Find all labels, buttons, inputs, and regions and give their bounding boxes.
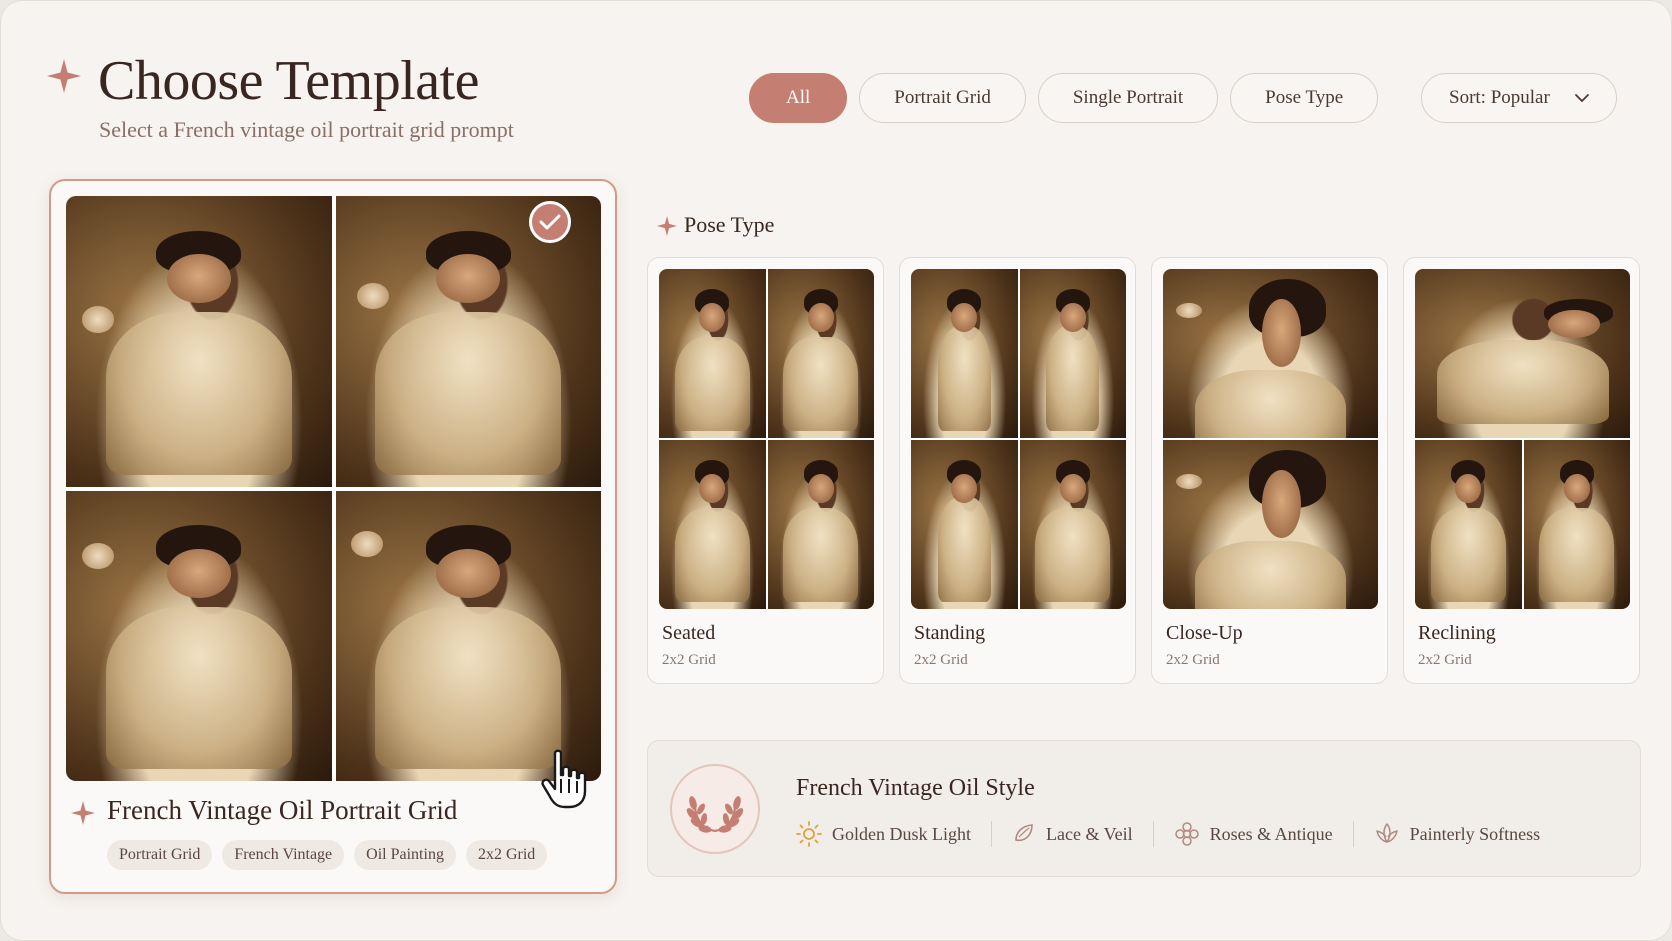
sparkle-icon — [71, 801, 95, 825]
template-tags: Portrait Grid French Vintage Oil Paintin… — [107, 840, 548, 870]
chevron-down-icon — [1575, 94, 1589, 103]
selected-template-card[interactable]: French Vintage Oil Portrait Grid Portrai… — [49, 179, 617, 894]
portrait-image — [335, 490, 601, 781]
pose-card-seated[interactable]: Seated 2x2 Grid — [647, 257, 884, 684]
page-title: Choose Template — [98, 50, 480, 112]
pose-type-list: Seated 2x2 Grid Standing 2x2 Grid Close-… — [647, 257, 1640, 684]
pose-layout: 2x2 Grid — [662, 652, 716, 668]
feature-label: Golden Dusk Light — [832, 823, 971, 844]
pose-name: Seated — [662, 622, 716, 644]
sort-label: Sort: Popular — [1449, 87, 1550, 108]
pose-name: Standing — [914, 622, 986, 644]
feature-painterly-softness: Painterly Softness — [1374, 821, 1541, 847]
template-title: French Vintage Oil Portrait Grid — [107, 795, 458, 825]
filter-single-portrait[interactable]: Single Portrait — [1037, 73, 1219, 123]
portrait-image — [66, 196, 332, 487]
hand-cursor-icon — [541, 749, 587, 809]
portrait-image — [1163, 269, 1378, 438]
feature-label: Lace & Veil — [1046, 823, 1133, 844]
tag-chip: Oil Painting — [354, 840, 456, 870]
pose-card-standing[interactable]: Standing 2x2 Grid — [899, 257, 1136, 684]
sparkle-icon — [657, 216, 677, 236]
pose-preview-grid — [911, 269, 1126, 609]
portrait-image — [659, 440, 766, 609]
selected-check-icon — [529, 201, 571, 243]
feature-golden-dusk-light: Golden Dusk Light — [796, 821, 971, 847]
sun-icon — [796, 821, 822, 847]
feature-roses-antique: Roses & Antique — [1174, 821, 1333, 847]
style-info-panel: French Vintage Oil Style Golden Dusk Lig… — [647, 740, 1641, 877]
portrait-image — [1163, 440, 1378, 609]
pose-preview-grid — [659, 269, 874, 609]
rose-icon — [1174, 822, 1199, 846]
portrait-image — [767, 440, 874, 609]
tag-chip: French Vintage — [222, 840, 345, 870]
portrait-image — [767, 269, 874, 438]
feature-label: Painterly Softness — [1409, 823, 1541, 844]
app-frame: Choose Template Select a French vintage … — [0, 0, 1672, 941]
portrait-image — [66, 490, 332, 781]
style-title: French Vintage Oil Style — [796, 775, 1035, 801]
style-features: Golden Dusk Light Lace & Veil Roses & An… — [796, 821, 1540, 847]
filter-all[interactable]: All — [749, 73, 848, 123]
sort-dropdown[interactable]: Sort: Popular — [1421, 73, 1617, 123]
feature-lace-veil: Lace & Veil — [1012, 822, 1133, 846]
sparkle-icon — [47, 59, 81, 93]
tag-chip: Portrait Grid — [107, 840, 213, 870]
portrait-image — [1019, 269, 1126, 438]
template-preview-grid — [66, 196, 601, 781]
portrait-image — [1415, 269, 1630, 438]
portrait-image — [1019, 440, 1126, 609]
lace-icon — [1015, 824, 1033, 842]
pose-name: Close-Up — [1166, 622, 1243, 644]
pose-layout: 2x2 Grid — [1418, 652, 1472, 668]
filter-bar: All Portrait Grid Single Portrait Pose T… — [749, 73, 1379, 123]
pose-name: Reclining — [1418, 622, 1496, 644]
lotus-icon — [1375, 823, 1398, 843]
filter-portrait-grid[interactable]: Portrait Grid — [859, 73, 1026, 123]
section-title: Pose Type — [684, 212, 775, 237]
pose-card-close-up[interactable]: Close-Up 2x2 Grid — [1151, 257, 1388, 684]
filter-pose-type[interactable]: Pose Type — [1230, 73, 1379, 123]
divider — [991, 821, 992, 847]
pose-preview-grid — [1163, 269, 1378, 609]
divider — [1352, 821, 1354, 847]
divider — [1152, 821, 1154, 847]
portrait-image — [1523, 440, 1630, 609]
pose-layout: 2x2 Grid — [914, 652, 968, 668]
portrait-image — [911, 440, 1018, 609]
laurel-icon — [670, 764, 760, 854]
portrait-image — [911, 269, 1018, 438]
tag-chip: 2x2 Grid — [465, 840, 548, 870]
pose-preview-grid — [1415, 269, 1630, 609]
portrait-image — [1415, 440, 1522, 609]
pose-layout: 2x2 Grid — [1166, 652, 1220, 668]
feature-label: Roses & Antique — [1209, 823, 1333, 844]
page-subtitle: Select a French vintage oil portrait gri… — [99, 117, 514, 142]
portrait-image — [659, 269, 766, 438]
pose-card-reclining[interactable]: Reclining 2x2 Grid — [1403, 257, 1640, 684]
